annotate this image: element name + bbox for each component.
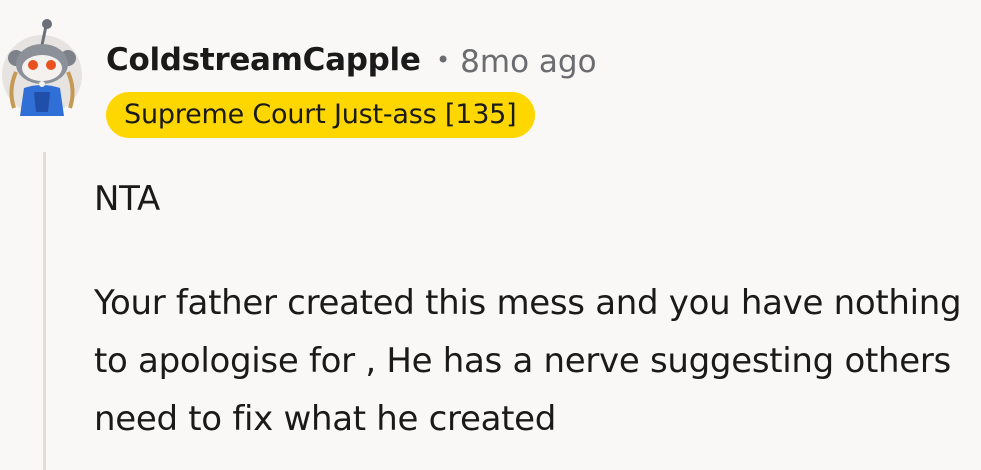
comment-paragraph: NTA [94, 179, 160, 219]
timestamp-link[interactable]: 8mo ago [460, 44, 596, 80]
comment-meta: • 8mo ago [436, 44, 597, 80]
user-flair-badge: Supreme Court Just-ass [135] [106, 92, 535, 138]
user-avatar-icon[interactable] [0, 12, 84, 124]
thread-line[interactable] [43, 152, 46, 470]
username-link[interactable]: ColdstreamCapple [106, 42, 421, 78]
meta-separator: • [436, 46, 451, 74]
comment: ColdstreamCapple • 8mo ago Supreme Court … [0, 0, 981, 470]
comment-paragraph: Your father created this mess and you ha… [94, 283, 962, 439]
comment-body: NTA Your father created this mess and yo… [94, 170, 974, 448]
